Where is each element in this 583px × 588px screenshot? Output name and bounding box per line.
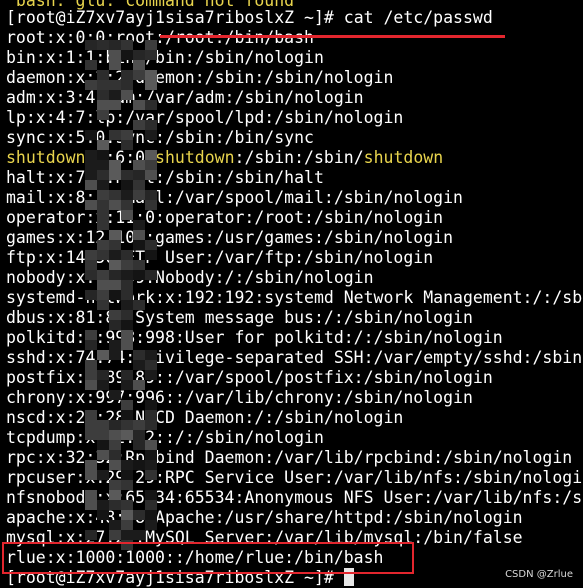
passwd-line-postfix: postfix:x:89:89::/var/spool/postfix:/sbi… [6,368,493,387]
command-line: [root@iZ7xv7ayj1sisa7riboslxZ ~]# cat /e… [6,8,493,28]
passwd-line-chrony: chrony:x:997:996::/var/lib/chrony:/sbin/… [6,388,473,407]
passwd-line-nobody: nobody:x:99:99:Nobody:/:/sbin/nologin [6,268,374,287]
red-underline-annotation [160,35,505,38]
passwd-line-nfsnobody: nfsnobody:x:65534:65534:Anonymous NFS Us… [6,488,583,507]
red-box-annotation [2,542,414,574]
passwd-line-apache: apache:x:48:48:Apache:/usr/share/httpd:/… [6,508,523,527]
passwd-line-mail: mail:x:8:12:mail:/var/spool/mail:/sbin/n… [6,188,463,207]
passwd-line-daemon: daemon:x:2:2:daemon:/sbin:/sbin/nologin [6,68,394,87]
passwd-line-rpc: rpc:x:32:32:Rpcbind Daemon:/var/lib/rpcb… [6,448,573,467]
passwd-line-games: games:x:12:100:games:/usr/games:/sbin/no… [6,228,454,247]
passwd-line-ftp: ftp:x:14:50:FTP User:/var/ftp:/sbin/nolo… [6,248,434,267]
passwd-line-sync: sync:x:5:0:sync:/sbin:/bin/sync [6,128,314,147]
watermark: CSDN @Zrlue [505,569,573,580]
terminal-window[interactable]: bash: glu: command not found [root@iZ7xv… [0,0,583,588]
shell-prompt: [root@iZ7xv7ayj1sisa7riboslxZ ~]# [6,8,334,27]
passwd-line-systemd-network: systemd-network:x:192:192:systemd Networ… [6,288,583,307]
passwd-line-lp: lp:x:4:7:lp:/var/spool/lpd:/sbin/nologin [6,108,404,127]
passwd-line-rpcuser: rpcuser:x:29:29:RPC Service User:/var/li… [6,468,583,487]
passwd-line-operator: operator:x:11:0:operator:/root:/sbin/nol… [6,208,444,227]
passwd-line-dbus: dbus:x:81:81:System message bus:/:/sbin/… [6,308,473,327]
passwd-line-nscd: nscd:x:28:28:NSCD Daemon:/:/sbin/nologin [6,408,404,427]
passwd-line-root: root:x:0:0:root:/root:/bin/bash [6,28,314,48]
highlight-match: shutdown [6,148,86,167]
passwd-line-polkitd: polkitd:x:998:998:User for polkitd:/:/sb… [6,328,503,347]
passwd-line-shutdown: shutdown:x:6:0:shutdown:/sbin:/sbin/shut… [6,148,444,167]
highlight-match: shutdown [155,148,235,167]
passwd-line-sshd: sshd:x:74:74:Privilege-separated SSH:/va… [6,348,583,367]
passwd-line-tcpdump: tcpdump:x:72:72::/:/sbin/nologin [6,428,324,447]
passwd-line-bin: bin:x:1:1:bin:/bin:/sbin/nologin [6,48,324,67]
command-text: cat /etc/passwd [333,8,493,27]
highlight-match: shutdown [363,148,444,167]
passwd-line-halt: halt:x:7:0:halt:/sbin:/sbin/halt [6,168,324,187]
passwd-line-adm: adm:x:3:4:adm:/var/adm:/sbin/nologin [6,88,364,107]
